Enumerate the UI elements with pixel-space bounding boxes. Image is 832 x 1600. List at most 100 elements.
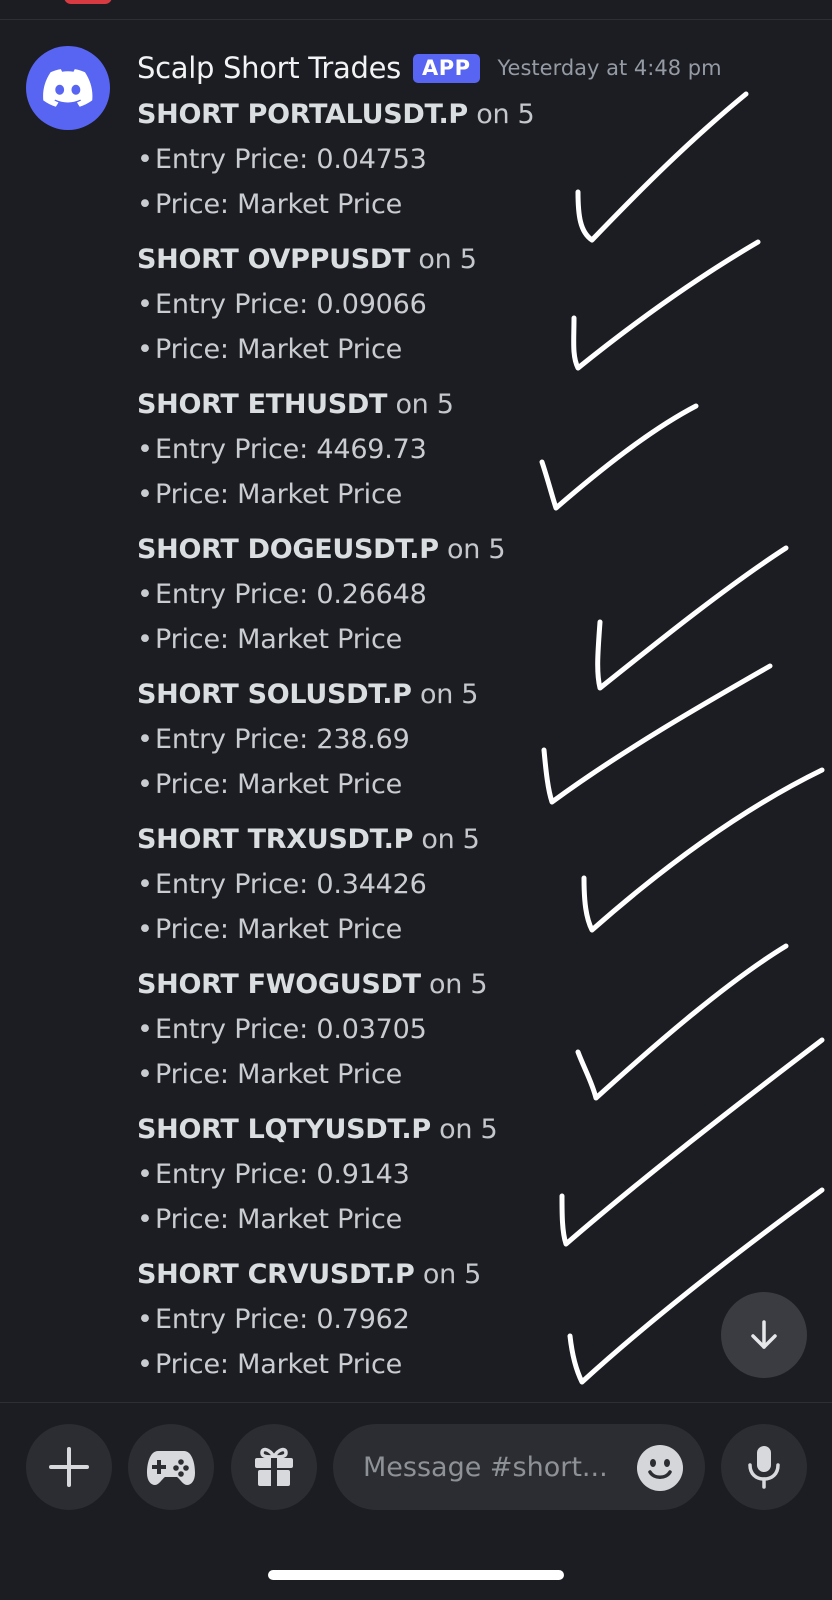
bullet: • <box>137 144 153 175</box>
bullet: • <box>137 869 153 900</box>
checkmark-icon <box>559 1037 825 1247</box>
author-name[interactable]: Scalp Short Trades <box>137 51 401 85</box>
price-line: •Price: Market Price <box>137 472 597 517</box>
price-type: Price: Market Price <box>155 1059 403 1090</box>
bullet: • <box>137 1014 153 1045</box>
trade-symbol: SHORT PORTALUSDT.P <box>137 99 468 130</box>
price-type: Price: Market Price <box>155 914 403 945</box>
price-line: •Price: Market Price <box>137 1197 597 1242</box>
trade-signal: SHORT FWOGUSDT on 5 •Entry Price: 0.0370… <box>137 962 597 1107</box>
bullet: • <box>137 914 153 945</box>
price-type: Price: Market Price <box>155 1204 403 1235</box>
bullet: • <box>137 769 153 800</box>
top-bar <box>0 0 832 20</box>
bot-avatar[interactable] <box>26 46 110 130</box>
trade-timeframe: on 5 <box>395 389 454 420</box>
entry-price: Entry Price: 0.09066 <box>155 289 427 320</box>
trade-title: SHORT FWOGUSDT on 5 <box>137 962 597 1007</box>
entry-price-line: •Entry Price: 4469.73 <box>137 427 597 472</box>
emoji-button[interactable] <box>637 1445 683 1491</box>
gamepad-icon <box>147 1451 195 1485</box>
trade-signal: SHORT LQTYUSDT.P on 5 •Entry Price: 0.91… <box>137 1107 597 1252</box>
notification-badge <box>64 0 112 4</box>
trade-timeframe: on 5 <box>422 1259 482 1290</box>
trade-title: SHORT DOGEUSDT.P on 5 <box>137 527 597 572</box>
bullet: • <box>137 579 153 610</box>
price-type: Price: Market Price <box>155 769 403 800</box>
entry-price: Entry Price: 4469.73 <box>155 434 427 465</box>
trade-timeframe: on 5 <box>421 824 480 855</box>
trade-symbol: SHORT DOGEUSDT.P <box>137 534 439 565</box>
activities-button[interactable] <box>128 1424 214 1510</box>
entry-price: Entry Price: 0.04753 <box>155 144 427 175</box>
discord-logo-icon <box>43 69 93 107</box>
trade-signal: SHORT SOLUSDT.P on 5 •Entry Price: 238.6… <box>137 672 597 817</box>
voice-message-button[interactable] <box>721 1424 807 1510</box>
entry-price: Entry Price: 0.26648 <box>155 579 427 610</box>
bullet: • <box>137 1349 153 1380</box>
home-indicator <box>268 1570 564 1580</box>
message-input[interactable] <box>363 1451 633 1483</box>
entry-price-line: •Entry Price: 0.04753 <box>137 137 597 182</box>
bullet: • <box>137 334 153 365</box>
price-line: •Price: Market Price <box>137 327 597 372</box>
price-type: Price: Market Price <box>155 334 403 365</box>
bullet: • <box>137 1159 153 1190</box>
trade-title: SHORT OVPPUSDT on 5 <box>137 237 597 282</box>
entry-price-line: •Entry Price: 0.26648 <box>137 572 597 617</box>
microphone-icon <box>748 1446 780 1489</box>
trade-symbol: SHORT SOLUSDT.P <box>137 679 412 710</box>
trade-symbol: SHORT OVPPUSDT <box>137 244 411 275</box>
price-type: Price: Market Price <box>155 479 403 510</box>
trade-symbol: SHORT CRVUSDT.P <box>137 1259 415 1290</box>
checkmark-icon <box>575 943 789 1101</box>
bullet: • <box>137 1059 153 1090</box>
emoji-icon <box>648 1459 672 1479</box>
entry-price: Entry Price: 0.03705 <box>155 1014 427 1045</box>
bullet: • <box>137 189 153 220</box>
entry-price: Entry Price: 0.9143 <box>155 1159 410 1190</box>
entry-price-line: •Entry Price: 238.69 <box>137 717 597 762</box>
price-line: •Price: Market Price <box>137 617 597 662</box>
trade-signal: SHORT PORTALUSDT.P on 5 •Entry Price: 0.… <box>137 92 597 237</box>
trade-timeframe: on 5 <box>419 679 479 710</box>
trade-signal: SHORT DOGEUSDT.P on 5 •Entry Price: 0.26… <box>137 527 597 672</box>
entry-price: Entry Price: 0.7962 <box>155 1304 410 1335</box>
price-type: Price: Market Price <box>155 624 403 655</box>
price-line: •Price: Market Price <box>137 1052 597 1097</box>
add-attachment-button[interactable] <box>26 1424 112 1510</box>
message-header: Scalp Short Trades APP Yesterday at 4:48… <box>137 48 722 88</box>
checkmark-icon <box>571 239 761 371</box>
trade-timeframe: on 5 <box>476 99 535 130</box>
app-badge: APP <box>412 53 480 83</box>
trade-symbol: SHORT TRXUSDT.P <box>137 824 414 855</box>
jump-to-present-button[interactable] <box>721 1292 807 1378</box>
trade-symbol: SHORT LQTYUSDT.P <box>137 1114 431 1145</box>
entry-price-line: •Entry Price: 0.09066 <box>137 282 597 327</box>
trade-timeframe: on 5 <box>439 1114 498 1145</box>
trade-title: SHORT LQTYUSDT.P on 5 <box>137 1107 597 1152</box>
bullet: • <box>137 624 153 655</box>
trade-symbol: SHORT ETHUSDT <box>137 389 388 420</box>
message-body: SHORT PORTALUSDT.P on 5 •Entry Price: 0.… <box>137 92 597 1397</box>
entry-price-line: •Entry Price: 0.9143 <box>137 1152 597 1197</box>
trade-title: SHORT TRXUSDT.P on 5 <box>137 817 597 862</box>
arrow-down-icon <box>751 1320 777 1349</box>
bullet: • <box>137 479 153 510</box>
trade-title: SHORT CRVUSDT.P on 5 <box>137 1252 597 1297</box>
trade-title: SHORT PORTALUSDT.P on 5 <box>137 92 597 137</box>
plus-icon <box>49 1447 89 1487</box>
discord-channel-screen: Scalp Short Trades APP Yesterday at 4:48… <box>0 0 832 1600</box>
entry-price: Entry Price: 238.69 <box>155 724 410 755</box>
message-timestamp: Yesterday at 4:48 pm <box>497 56 722 80</box>
trade-title: SHORT SOLUSDT.P on 5 <box>137 672 597 717</box>
trade-timeframe: on 5 <box>429 969 488 1000</box>
checkmark-icon <box>595 545 789 691</box>
bullet: • <box>137 434 153 465</box>
trade-timeframe: on 5 <box>447 534 506 565</box>
checkmark-icon <box>581 767 825 933</box>
bullet: • <box>137 289 153 320</box>
trade-signal: SHORT OVPPUSDT on 5 •Entry Price: 0.0906… <box>137 237 597 382</box>
gift-button[interactable] <box>231 1424 317 1510</box>
message-input-container[interactable] <box>333 1424 705 1510</box>
